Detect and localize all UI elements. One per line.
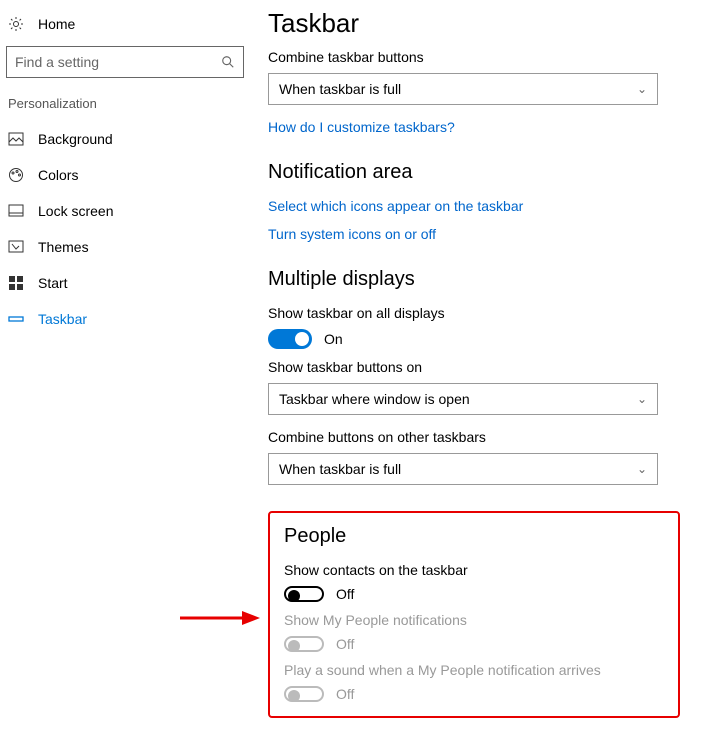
- notification-heading: Notification area: [268, 161, 680, 184]
- taskbar-icon: [8, 311, 24, 327]
- show-my-people-toggle: [284, 636, 324, 652]
- combine-other-dropdown[interactable]: When taskbar is full ⌄: [268, 453, 658, 485]
- lock-screen-icon: [8, 203, 24, 219]
- toggle-state: Off: [336, 636, 354, 652]
- play-sound-toggle: [284, 686, 324, 702]
- show-all-displays-toggle[interactable]: [268, 329, 312, 349]
- customize-link[interactable]: How do I customize taskbars?: [268, 119, 680, 135]
- show-buttons-on-label: Show taskbar buttons on: [268, 359, 680, 375]
- sidebar-item-label: Background: [38, 131, 113, 147]
- people-section-highlight: People Show contacts on the taskbar Off …: [268, 511, 680, 718]
- show-contacts-toggle[interactable]: [284, 586, 324, 602]
- sidebar-item-background[interactable]: Background: [0, 121, 250, 157]
- search-input[interactable]: [15, 54, 221, 70]
- combine-dropdown[interactable]: When taskbar is full ⌄: [268, 73, 658, 105]
- page-title: Taskbar: [268, 8, 680, 39]
- sidebar-item-themes[interactable]: Themes: [0, 229, 250, 265]
- show-contacts-label: Show contacts on the taskbar: [284, 562, 664, 578]
- sidebar-item-label: Lock screen: [38, 203, 113, 219]
- system-icons-link[interactable]: Turn system icons on or off: [268, 226, 680, 242]
- combine-other-label: Combine buttons on other taskbars: [268, 429, 680, 445]
- combine-label: Combine taskbar buttons: [268, 49, 680, 65]
- show-my-people-label: Show My People notifications: [284, 612, 664, 628]
- toggle-state: Off: [336, 686, 354, 702]
- toggle-state: Off: [336, 586, 354, 602]
- sidebar-item-colors[interactable]: Colors: [0, 157, 250, 193]
- chevron-down-icon: ⌄: [637, 462, 647, 476]
- sidebar-item-label: Themes: [38, 239, 89, 255]
- toggle-state: On: [324, 331, 343, 347]
- sidebar-item-taskbar[interactable]: Taskbar: [0, 301, 250, 337]
- sidebar-item-lockscreen[interactable]: Lock screen: [0, 193, 250, 229]
- play-sound-label: Play a sound when a My People notificati…: [284, 662, 664, 678]
- show-buttons-on-dropdown[interactable]: Taskbar where window is open ⌄: [268, 383, 658, 415]
- picture-icon: [8, 131, 24, 147]
- show-all-displays-label: Show taskbar on all displays: [268, 305, 680, 321]
- dropdown-value: When taskbar is full: [279, 461, 401, 477]
- dropdown-value: Taskbar where window is open: [279, 391, 470, 407]
- chevron-down-icon: ⌄: [637, 392, 647, 406]
- search-icon: [221, 55, 235, 69]
- sidebar-item-label: Colors: [38, 167, 78, 183]
- people-heading: People: [284, 525, 664, 548]
- dropdown-value: When taskbar is full: [279, 81, 401, 97]
- themes-icon: [8, 239, 24, 255]
- sidebar-item-start[interactable]: Start: [0, 265, 250, 301]
- gear-icon: [8, 16, 24, 32]
- select-icons-link[interactable]: Select which icons appear on the taskbar: [268, 198, 680, 214]
- chevron-down-icon: ⌄: [637, 82, 647, 96]
- multiple-displays-heading: Multiple displays: [268, 268, 680, 291]
- sidebar-item-label: Start: [38, 275, 68, 291]
- nav-home[interactable]: Home: [0, 8, 250, 40]
- sidebar-section-label: Personalization: [0, 92, 250, 121]
- start-icon: [8, 275, 24, 291]
- sidebar-item-label: Taskbar: [38, 311, 87, 327]
- search-input-container[interactable]: [6, 46, 244, 78]
- palette-icon: [8, 167, 24, 183]
- nav-home-label: Home: [38, 16, 75, 32]
